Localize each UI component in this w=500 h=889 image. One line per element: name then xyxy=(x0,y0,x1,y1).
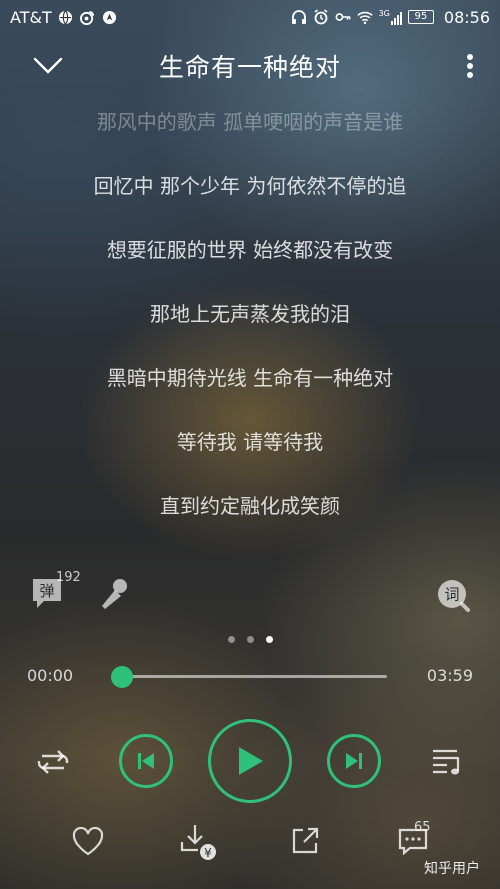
signal-icon: 3G xyxy=(379,9,402,25)
karaoke-button[interactable] xyxy=(96,576,132,612)
more-button[interactable] xyxy=(460,50,480,82)
song-title: 生命有一种绝对 xyxy=(158,53,341,82)
status-left: AT&T xyxy=(10,8,118,27)
skip-next-icon xyxy=(346,753,362,769)
like-button[interactable] xyxy=(70,824,106,858)
status-bar: AT&T 3G 95 08:56 xyxy=(0,0,500,34)
play-button[interactable] xyxy=(208,719,292,803)
download-price-label: ¥ xyxy=(204,846,212,860)
microphone-icon xyxy=(102,579,127,609)
comment-count: 65 xyxy=(414,820,431,835)
lyric-line: 等待我 请等待我 xyxy=(176,430,324,454)
watermark: 知乎用户 xyxy=(424,861,480,877)
danmaku-label: 弹 xyxy=(39,582,54,600)
page-indicator xyxy=(0,636,500,643)
total-time: 03:59 xyxy=(426,666,473,685)
heart-icon xyxy=(72,826,104,856)
browser-icon xyxy=(58,9,74,25)
lyric-line: 想要征服的世界 始终都没有改变 xyxy=(106,238,394,262)
page-dot[interactable] xyxy=(246,636,254,643)
lyric-line: 那地上无声蒸发我的泪 xyxy=(150,302,350,326)
lyrics-icon: 词 xyxy=(438,580,470,612)
page-dot[interactable] xyxy=(227,636,235,643)
network-type-label: 3G xyxy=(378,9,390,18)
lyrics-label: 词 xyxy=(444,586,459,604)
navigation-icon xyxy=(102,9,118,25)
repeat-icon xyxy=(37,750,69,774)
previous-button[interactable] xyxy=(119,734,173,788)
progress-knob[interactable] xyxy=(111,666,133,688)
danmaku-count: 192 xyxy=(56,570,81,585)
weibo-icon xyxy=(80,9,96,25)
skip-previous-icon xyxy=(138,753,154,769)
wifi-icon xyxy=(356,9,373,25)
lyric-line: 直到约定融化成笑颜 xyxy=(160,494,340,518)
next-button[interactable] xyxy=(327,734,381,788)
lyric-line: 黑暗中期待光线 生命有一种绝对 xyxy=(106,366,394,390)
lyric-line: 那风中的歌声 孤单哽咽的声音是谁 xyxy=(96,110,404,134)
status-right: 3G 95 08:56 xyxy=(291,8,490,27)
download-icon: ¥ xyxy=(180,825,216,860)
lyrics-panel[interactable]: 那风中的歌声 孤单哽咽的声音是谁 回忆中 那个少年 为何依然不停的追 想要征服的… xyxy=(0,104,500,552)
player-header: 生命有一种绝对 xyxy=(0,38,500,94)
playlist-icon xyxy=(433,749,460,775)
carrier-label: AT&T xyxy=(10,7,52,27)
progress-slider[interactable] xyxy=(111,666,387,688)
repeat-button[interactable] xyxy=(32,744,74,780)
share-button[interactable] xyxy=(288,824,322,858)
share-icon xyxy=(292,827,319,854)
page-dot-active[interactable] xyxy=(265,636,273,643)
key-icon xyxy=(335,9,351,25)
lyrics-toggle-button[interactable]: 词 xyxy=(436,578,470,612)
lyric-line: 回忆中 那个少年 为何依然不停的追 xyxy=(93,174,407,198)
current-time: 00:00 xyxy=(27,666,74,685)
playlist-button[interactable] xyxy=(428,744,468,780)
download-button[interactable]: ¥ xyxy=(178,822,222,862)
headphones-icon xyxy=(291,9,307,25)
battery-icon: 95 xyxy=(407,10,434,24)
status-time: 08:56 xyxy=(443,7,490,27)
play-icon xyxy=(239,747,263,775)
alarm-icon xyxy=(313,9,329,25)
more-vertical-icon xyxy=(467,54,473,78)
